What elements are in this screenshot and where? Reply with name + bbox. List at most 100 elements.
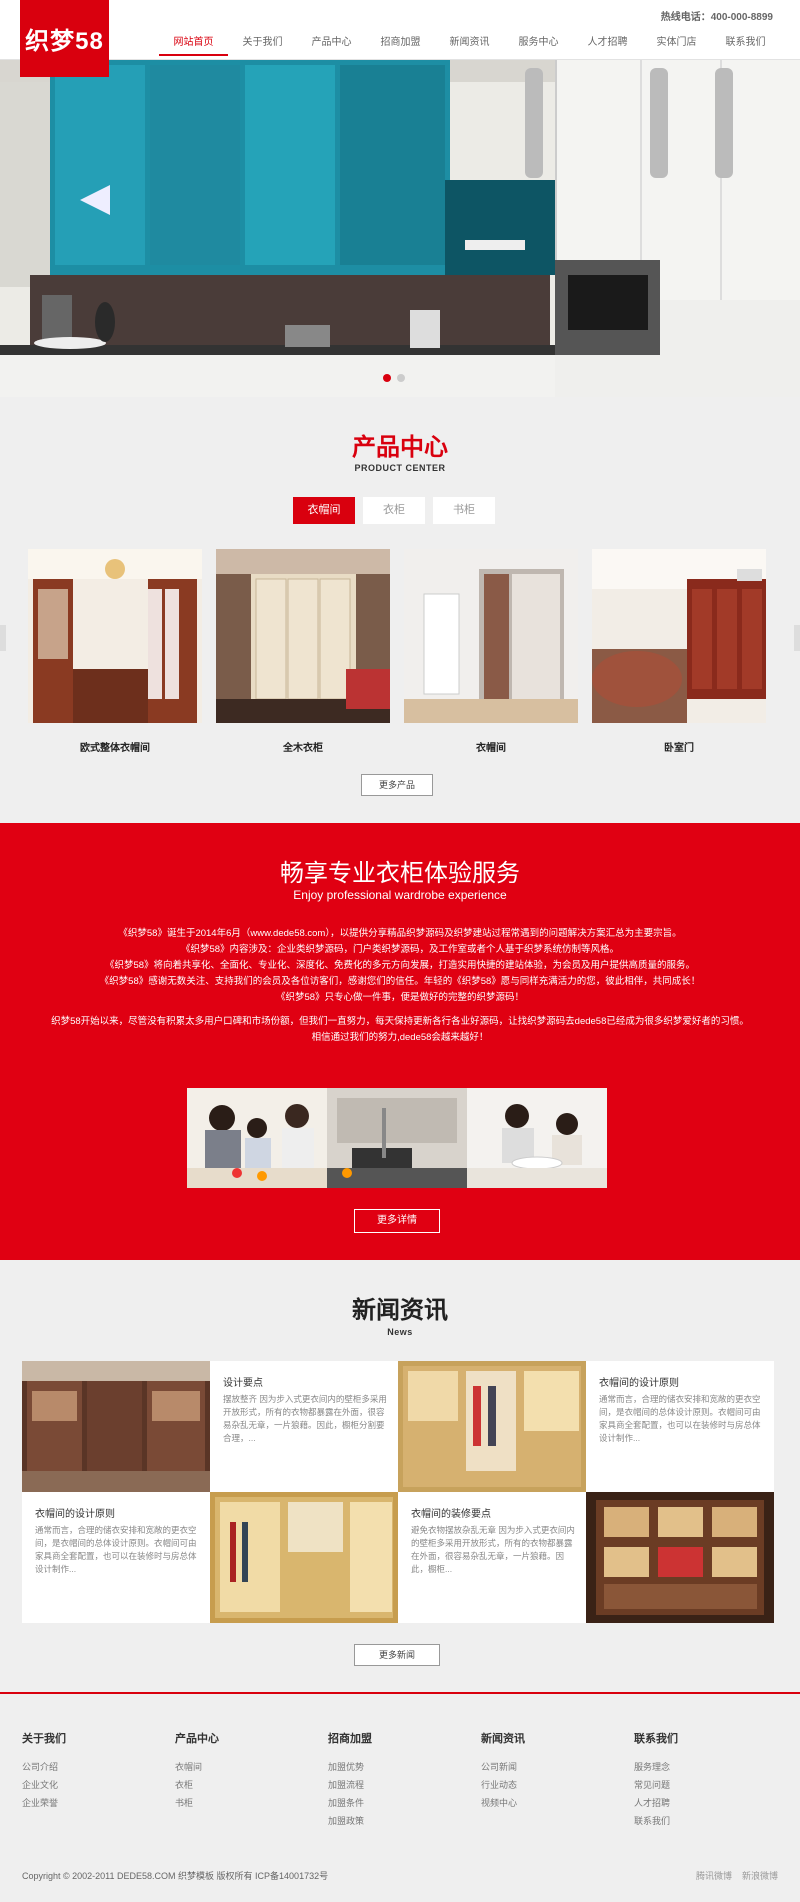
nav-home[interactable]: 网站首页 — [159, 32, 228, 56]
footer-col-about: 关于我们 公司介绍 企业文化 企业荣誉 — [22, 1730, 66, 1812]
kitchen-banner-image — [0, 60, 800, 397]
news-image[interactable] — [210, 1492, 398, 1623]
products-title: 产品中心 — [352, 434, 448, 461]
product-image — [592, 549, 766, 723]
banner-pager — [383, 374, 405, 382]
news-image[interactable] — [586, 1492, 774, 1623]
nav-service[interactable]: 服务中心 — [504, 32, 573, 56]
news-item-title[interactable]: 衣帽间的装修要点 — [411, 1505, 491, 1520]
footer-link[interactable]: 加盟条件 — [328, 1794, 372, 1812]
footer-col-title[interactable]: 联系我们 — [634, 1730, 678, 1746]
footer-link[interactable]: 公司介绍 — [22, 1758, 66, 1776]
product-name[interactable]: 衣帽间 — [404, 739, 578, 754]
footer-link[interactable]: 服务理念 — [634, 1758, 678, 1776]
footer-link[interactable]: 企业文化 — [22, 1776, 66, 1794]
social-links: 腾讯微博 新浪微博 — [696, 1869, 778, 1882]
news-image[interactable] — [22, 1361, 210, 1492]
hotline: 热线电话：400-000-8899 — [660, 12, 773, 23]
footer-link[interactable]: 公司新闻 — [481, 1758, 525, 1776]
footer-link[interactable]: 加盟政策 — [328, 1812, 372, 1830]
tab-cloakroom[interactable]: 衣帽间 — [293, 497, 355, 524]
footer-link[interactable]: 衣帽间 — [175, 1758, 219, 1776]
footer-link[interactable]: 企业荣誉 — [22, 1794, 66, 1812]
more-details-button[interactable]: 更多详情 — [354, 1209, 440, 1233]
news-item[interactable]: 衣帽间的设计原则 通常而言，合理的储衣安排和宽敞的更衣空间，是衣帽间的总体设计原… — [22, 1492, 210, 1623]
nav-news[interactable]: 新闻资讯 — [435, 32, 504, 56]
footer-col-title[interactable]: 关于我们 — [22, 1730, 66, 1746]
footer-link[interactable]: 人才招聘 — [634, 1794, 678, 1812]
news-item-summary: 通常而言，合理的储衣安排和宽敞的更衣空间，是衣帽间的总体设计原则。衣帽间可由家具… — [599, 1394, 761, 1443]
news-item-summary: 通常而言，合理的储衣安排和宽敞的更衣空间，是衣帽间的总体设计原则。衣帽间可由家具… — [35, 1525, 197, 1574]
service-subtitle: Enjoy professional wardrobe experience — [293, 888, 507, 902]
product-tabs: 衣帽间 衣柜 书柜 — [293, 497, 495, 524]
news-item-title[interactable]: 衣帽间的设计原则 — [35, 1505, 115, 1520]
product-image — [216, 549, 390, 723]
product-name[interactable]: 全木衣柜 — [216, 739, 390, 754]
footer-col-franchise: 招商加盟 加盟优势 加盟流程 加盟条件 加盟政策 — [328, 1730, 372, 1830]
product-card[interactable]: 欧式整体衣帽间 — [28, 549, 202, 754]
footer-link[interactable]: 视频中心 — [481, 1794, 525, 1812]
site-footer: 关于我们 公司介绍 企业文化 企业荣誉 产品中心 衣帽间 衣柜 书柜 招商加盟 … — [0, 1692, 800, 1902]
products-subtitle: PRODUCT CENTER — [354, 463, 446, 473]
service-paragraph: 织梦58开始以来，尽管没有积累太多用户口碑和市场份额，但我们一直努力，每天保持更… — [51, 1016, 749, 1027]
service-paragraph: 相信通过我们的努力,dede58会越来越好！ — [311, 1032, 489, 1043]
news-grid: 设计要点 摆放整齐 因为步入式更衣间内的壁柜多采用开放形式，所有的衣物都暴露在外… — [22, 1361, 774, 1623]
footer-link[interactable]: 加盟流程 — [328, 1776, 372, 1794]
footer-link[interactable]: 行业动态 — [481, 1776, 525, 1794]
nav-about[interactable]: 关于我们 — [228, 32, 297, 56]
news-item-summary: 摆放整齐 因为步入式更衣间内的壁柜多采用开放形式，所有的衣物都暴露在外面，很容易… — [223, 1394, 387, 1443]
banner-dot-1[interactable] — [383, 374, 391, 382]
nav-contact[interactable]: 联系我们 — [711, 32, 780, 56]
service-title: 畅享专业衣柜体验服务 — [280, 860, 520, 887]
footer-link[interactable]: 加盟优势 — [328, 1758, 372, 1776]
products-next-arrow[interactable] — [794, 625, 800, 651]
service-paragraph: 《织梦58》诞生于2014年6月（www.dede58.com），以提供分享精品… — [118, 928, 682, 939]
footer-col-title[interactable]: 招商加盟 — [328, 1730, 372, 1746]
product-card[interactable]: 卧室门 — [592, 549, 766, 754]
service-paragraph: 《织梦58》只专心做一件事，便是做好的完整的织梦源码！ — [275, 992, 525, 1003]
footer-col-contact: 联系我们 服务理念 常见问题 人才招聘 联系我们 — [634, 1730, 678, 1830]
product-image — [404, 549, 578, 723]
sina-weibo-link[interactable]: 新浪微博 — [742, 1869, 778, 1882]
nav-franchise[interactable]: 招商加盟 — [366, 32, 435, 56]
news-item[interactable]: 衣帽间的装修要点 避免衣物摆放杂乱无章 因为步入式更衣间内的壁柜多采用开放形式，… — [398, 1492, 586, 1623]
family-kitchen-image — [187, 1088, 607, 1188]
footer-col-products: 产品中心 衣帽间 衣柜 书柜 — [175, 1730, 219, 1812]
news-subtitle: News — [387, 1327, 413, 1337]
news-item-summary: 避免衣物摆放杂乱无章 因为步入式更衣间内的壁柜多采用开放形式，所有的衣物都暴露在… — [411, 1525, 575, 1574]
footer-link[interactable]: 联系我们 — [634, 1812, 678, 1830]
news-item[interactable]: 衣帽间的设计原则 通常而言，合理的储衣安排和宽敞的更衣空间，是衣帽间的总体设计原… — [586, 1361, 774, 1492]
footer-link[interactable]: 书柜 — [175, 1794, 219, 1812]
service-paragraph: 《织梦58》感谢无数关注、支持我们的会员及各位访客们，感谢您们的信任。年轻的《织… — [99, 976, 701, 987]
service-paragraph: 《织梦58》将向着共享化、全面化、专业化、深度化、免费化的多元方向发展，打造实用… — [104, 960, 696, 971]
products-prev-arrow[interactable] — [0, 625, 6, 651]
footer-link[interactable]: 常见问题 — [634, 1776, 678, 1794]
tencent-weibo-link[interactable]: 腾讯微博 — [696, 1869, 732, 1882]
news-item[interactable]: 设计要点 摆放整齐 因为步入式更衣间内的壁柜多采用开放形式，所有的衣物都暴露在外… — [210, 1361, 398, 1492]
nav-jobs[interactable]: 人才招聘 — [573, 32, 642, 56]
tab-wardrobe[interactable]: 衣柜 — [363, 497, 425, 524]
hero-banner[interactable] — [0, 60, 800, 397]
nav-products[interactable]: 产品中心 — [297, 32, 366, 56]
footer-col-news: 新闻资讯 公司新闻 行业动态 视频中心 — [481, 1730, 525, 1812]
footer-col-title[interactable]: 产品中心 — [175, 1730, 219, 1746]
news-item-title[interactable]: 设计要点 — [223, 1374, 263, 1389]
product-image — [28, 549, 202, 723]
product-card[interactable]: 全木衣柜 — [216, 549, 390, 754]
news-item-title[interactable]: 衣帽间的设计原则 — [599, 1374, 679, 1389]
footer-link[interactable]: 衣柜 — [175, 1776, 219, 1794]
nav-stores[interactable]: 实体门店 — [642, 32, 711, 56]
site-logo[interactable]: 织梦58 — [20, 0, 109, 77]
product-card[interactable]: 衣帽间 — [404, 549, 578, 754]
tab-bookcase[interactable]: 书柜 — [433, 497, 495, 524]
more-news-button[interactable]: 更多新闻 — [354, 1644, 440, 1666]
product-name[interactable]: 卧室门 — [592, 739, 766, 754]
banner-dot-2[interactable] — [397, 374, 405, 382]
footer-col-title[interactable]: 新闻资讯 — [481, 1730, 525, 1746]
copyright: Copyright © 2002-2011 DEDE58.COM 织梦模板 版权… — [22, 1871, 329, 1881]
more-products-button[interactable]: 更多产品 — [361, 774, 433, 796]
service-paragraph: 《织梦58》内容涉及：企业类织梦源码，门户类织梦源码，及工作室或者个人基于织梦系… — [180, 944, 620, 955]
product-name[interactable]: 欧式整体衣帽间 — [28, 739, 202, 754]
news-image[interactable] — [398, 1361, 586, 1492]
main-nav: 网站首页 关于我们 产品中心 招商加盟 新闻资讯 服务中心 人才招聘 实体门店 … — [159, 32, 780, 56]
